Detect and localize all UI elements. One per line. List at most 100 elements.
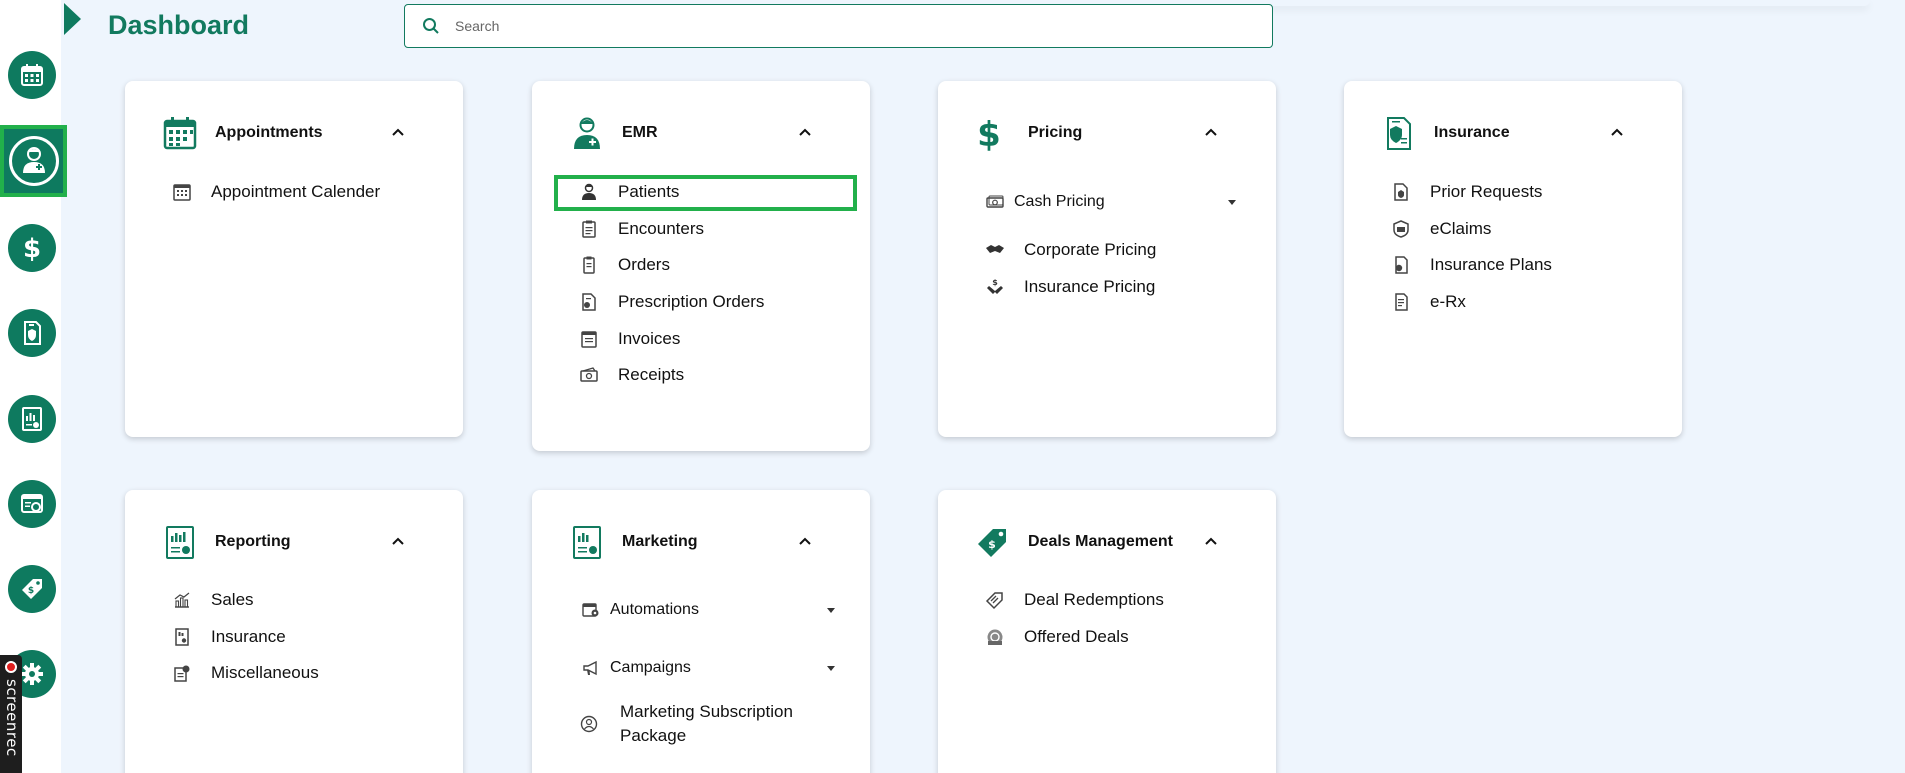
svg-text:$: $ xyxy=(992,278,998,287)
plan-icon xyxy=(1390,254,1412,276)
insurance-card-header[interactable]: Insurance xyxy=(1380,113,1646,153)
report-icon xyxy=(22,407,42,431)
marketing-icon xyxy=(21,494,43,513)
pricing-card-header[interactable]: $ Pricing xyxy=(974,113,1240,153)
caret-down-icon[interactable] xyxy=(1228,200,1236,205)
record-dot-icon xyxy=(5,661,17,673)
caret-down-icon[interactable] xyxy=(827,608,835,613)
sidebar-item-appointments[interactable] xyxy=(8,51,56,99)
menu-item-offered-deals[interactable]: Offered Deals xyxy=(984,623,1129,651)
menu-item-invoices[interactable]: Invoices xyxy=(578,325,680,353)
svg-text:$: $ xyxy=(28,586,34,596)
card-title: EMR xyxy=(622,124,658,141)
menu-item-corporate-pricing[interactable]: Corporate Pricing xyxy=(984,236,1156,264)
card-title: Reporting xyxy=(215,533,291,550)
chevron-up-icon[interactable] xyxy=(1610,125,1624,139)
sidebar-item-deals[interactable]: $ xyxy=(8,565,56,613)
sidebar-item-insurance[interactable] xyxy=(8,309,56,357)
chevron-up-icon[interactable] xyxy=(391,534,405,548)
redemption-icon xyxy=(984,589,1006,611)
misc-icon xyxy=(171,662,193,684)
deals-card: $ Deals Management Deal Redemptions Offe… xyxy=(938,490,1276,773)
menu-item-e-rx[interactable]: e-Rx xyxy=(1390,288,1466,316)
svg-text:$: $ xyxy=(23,234,41,263)
emr-card-header[interactable]: EMR xyxy=(568,113,834,153)
menu-item-miscellaneous[interactable]: Miscellaneous xyxy=(171,659,319,687)
menu-item-label: Prescription Orders xyxy=(618,292,765,311)
menu-item-cash-pricing[interactable]: Cash Pricing xyxy=(984,188,1264,216)
menu-item-orders[interactable]: Orders xyxy=(578,251,670,279)
menu-item-encounters[interactable]: Encounters xyxy=(578,215,704,243)
menu-item-eclaims[interactable]: eClaims xyxy=(1390,215,1491,243)
card-title: Marketing xyxy=(622,533,698,550)
doctor-icon xyxy=(22,147,45,173)
deal-tag-icon: $ xyxy=(22,579,42,599)
cash-icon xyxy=(984,191,1006,213)
card-title: Deals Management xyxy=(1028,533,1173,550)
doctor-icon xyxy=(568,114,606,152)
menu-item-receipts[interactable]: Receipts xyxy=(578,361,684,389)
menu-item-prescription-orders[interactable]: Prescription Orders xyxy=(578,288,764,316)
marketing-icon xyxy=(568,523,606,561)
menu-item-prior-requests[interactable]: Prior Requests xyxy=(1390,178,1542,206)
menu-item-sales[interactable]: Sales xyxy=(171,586,254,614)
sidebar-toggle-icon[interactable] xyxy=(64,3,81,35)
order-icon xyxy=(578,254,600,276)
caret-down-icon[interactable] xyxy=(827,666,835,671)
search-input[interactable] xyxy=(455,18,1255,34)
dollar-icon: $ xyxy=(23,234,41,263)
report-icon xyxy=(161,523,199,561)
receipt-icon xyxy=(578,364,600,386)
search-bar[interactable] xyxy=(404,4,1273,48)
menu-item-label: Insurance Pricing xyxy=(1024,277,1156,296)
appointments-card-header[interactable]: Appointments xyxy=(161,113,427,153)
chevron-up-icon[interactable] xyxy=(1204,534,1218,548)
subscription-icon xyxy=(578,713,600,735)
chevron-up-icon[interactable] xyxy=(798,534,812,548)
sidebar-item-pricing[interactable]: $ xyxy=(8,224,56,272)
menu-item-marketing-subscription-package[interactable]: Marketing Subscription Package xyxy=(578,698,828,750)
menu-item-label: Receipts xyxy=(618,365,685,384)
chevron-up-icon[interactable] xyxy=(1204,125,1218,139)
menu-item-appointment-calender[interactable]: Appointment Calender xyxy=(171,178,380,206)
request-icon xyxy=(1390,181,1412,203)
sidebar-item-marketing[interactable] xyxy=(8,480,56,528)
menu-item-insurance-report[interactable]: Insurance xyxy=(171,623,286,651)
deal-tag-icon: $ xyxy=(974,523,1012,561)
menu-item-label: e-Rx xyxy=(1430,292,1466,311)
sidebar-item-emr[interactable] xyxy=(0,125,67,197)
card-title: Pricing xyxy=(1028,124,1083,141)
reporting-card-header[interactable]: Reporting xyxy=(161,522,427,562)
appointments-card: Appointments Appointment Calender xyxy=(125,81,463,437)
calendar-icon xyxy=(21,64,43,86)
menu-item-campaigns[interactable]: Campaigns xyxy=(580,654,860,682)
insurance-doc-icon xyxy=(1380,114,1418,152)
menu-item-label: Automations xyxy=(610,601,699,618)
sidebar-item-reporting[interactable] xyxy=(8,395,56,443)
emr-card: EMR Patients Encounters Orders Prescript… xyxy=(532,81,870,451)
menu-item-label: Deal Redemptions xyxy=(1024,590,1164,609)
chevron-up-icon[interactable] xyxy=(391,125,405,139)
menu-item-label: Appointment Calender xyxy=(211,182,381,201)
patient-icon xyxy=(578,181,600,203)
menu-item-insurance-pricing[interactable]: $ Insurance Pricing xyxy=(984,273,1155,301)
menu-item-automations[interactable]: Automations xyxy=(580,596,860,624)
menu-item-label: Corporate Pricing xyxy=(1024,240,1157,259)
menu-item-label: Cash Pricing xyxy=(1014,193,1105,210)
chevron-up-icon[interactable] xyxy=(798,125,812,139)
menu-item-deal-redemptions[interactable]: Deal Redemptions xyxy=(984,586,1164,614)
menu-item-label: eClaims xyxy=(1430,219,1492,238)
deals-card-header[interactable]: $ Deals Management xyxy=(974,522,1240,562)
card-title: Insurance xyxy=(1434,124,1510,141)
menu-item-label: Insurance Plans xyxy=(1430,255,1552,274)
menu-item-label: Miscellaneous xyxy=(211,663,319,682)
menu-item-patients[interactable]: Patients xyxy=(578,178,679,206)
menu-item-insurance-plans[interactable]: Insurance Plans xyxy=(1390,251,1552,279)
prescription-icon xyxy=(578,291,600,313)
calendar-small-icon xyxy=(171,181,193,203)
insurance-card: Insurance Prior Requests eClaims Insuran… xyxy=(1344,81,1682,437)
marketing-card-header[interactable]: Marketing xyxy=(568,522,834,562)
invoice-icon xyxy=(578,328,600,350)
page-title: Dashboard xyxy=(108,10,250,40)
menu-item-label: Encounters xyxy=(618,219,704,238)
